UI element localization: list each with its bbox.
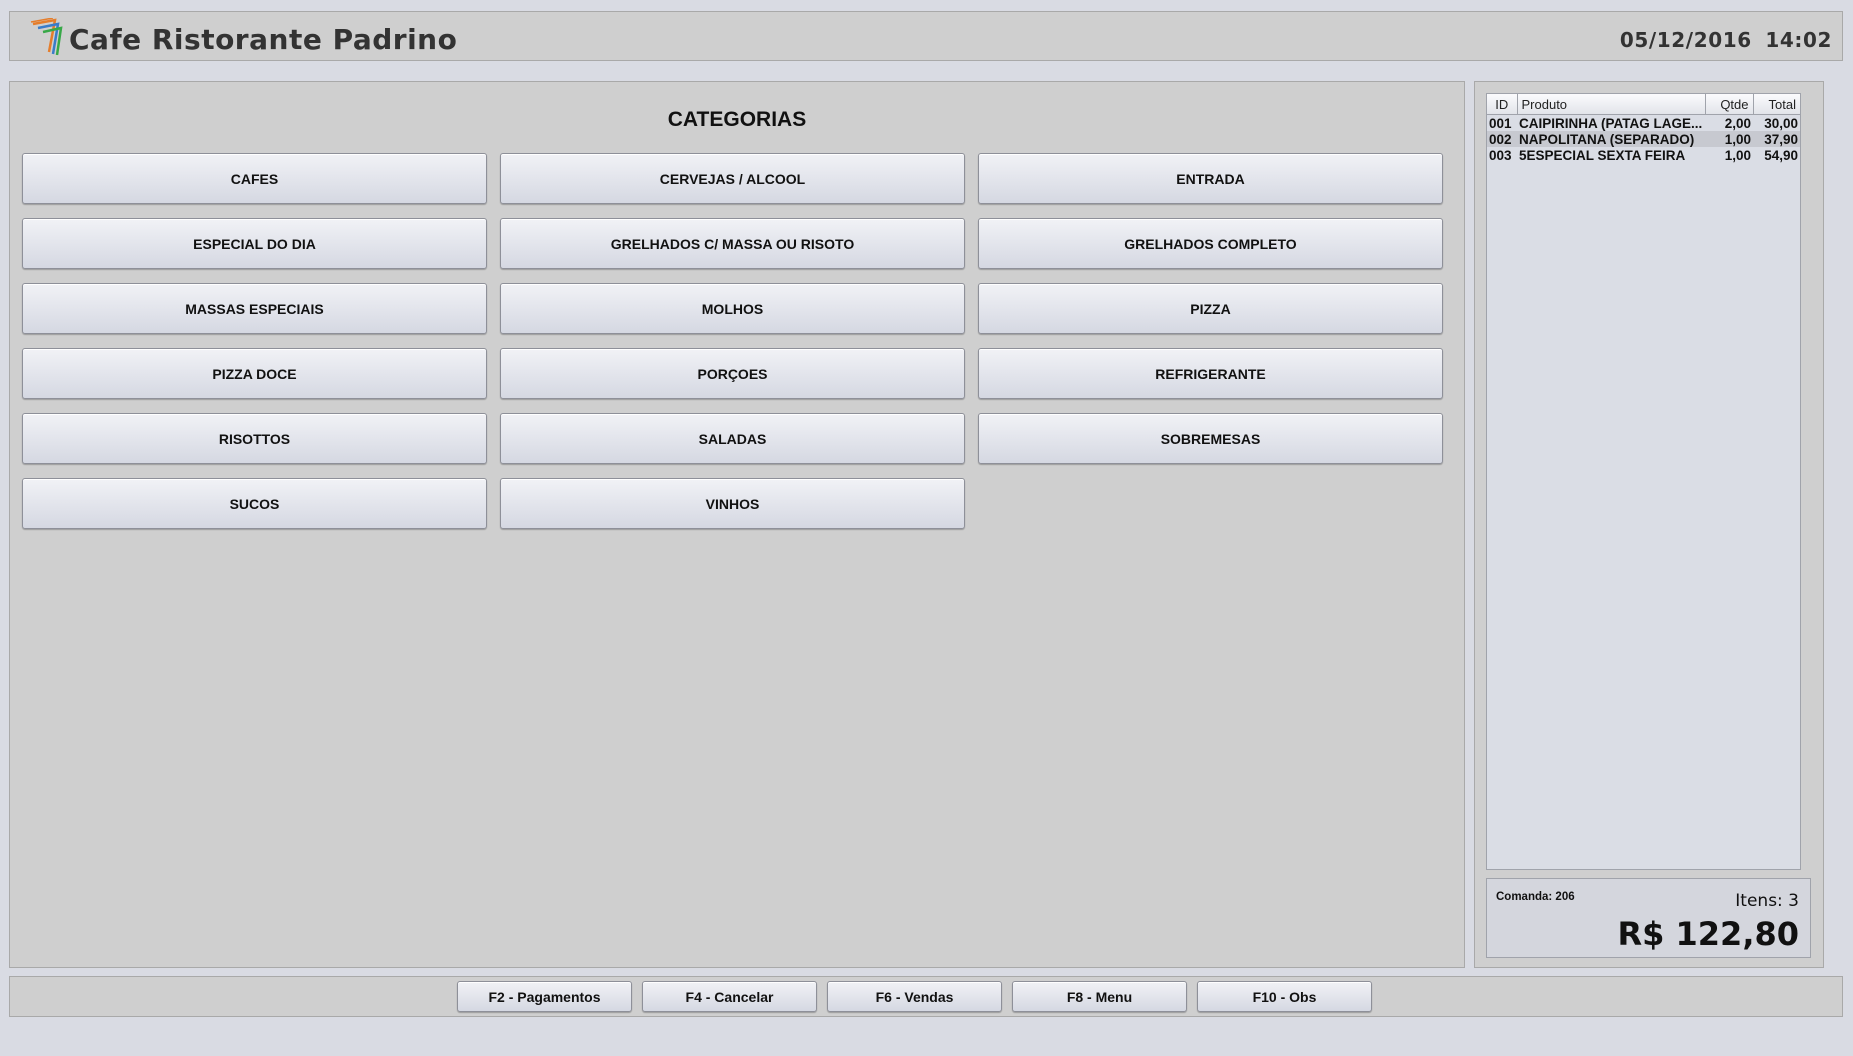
row-id: 003 <box>1489 147 1512 163</box>
table-row[interactable]: 001 CAIPIRINHA (PATAG LAGE... 2,00 30,00 <box>1487 115 1800 132</box>
category-button-porcoes[interactable]: PORÇOES <box>500 348 965 399</box>
row-total: 37,90 <box>1753 131 1800 147</box>
datetime-display: 05/12/2016 14:02 <box>1619 28 1832 52</box>
categories-panel: CATEGORIAS CAFES CERVEJAS / ALCOOL ENTRA… <box>9 81 1465 968</box>
order-table-header: ID Produto Qtde Total <box>1487 94 1800 115</box>
footer-bar: F2 - Pagamentos F4 - Cancelar F6 - Venda… <box>9 976 1843 1017</box>
cancelar-button[interactable]: F4 - Cancelar <box>642 981 817 1012</box>
vendas-button[interactable]: F6 - Vendas <box>827 981 1002 1012</box>
header-bar: Cafe Ristorante Padrino 05/12/2016 14:02 <box>9 11 1843 61</box>
category-button-pizza[interactable]: PIZZA <box>978 283 1443 334</box>
category-button-cervejas-alcool[interactable]: CERVEJAS / ALCOOL <box>500 153 965 204</box>
app-title: Cafe Ristorante Padrino <box>69 23 458 56</box>
category-button-sucos[interactable]: SUCOS <box>22 478 487 529</box>
category-button-refrigerante[interactable]: REFRIGERANTE <box>978 348 1443 399</box>
category-button-massas-especiais[interactable]: MASSAS ESPECIAIS <box>22 283 487 334</box>
row-total: 30,00 <box>1764 115 1798 131</box>
row-total: 54,90 <box>1764 147 1798 163</box>
category-button-especial-do-dia[interactable]: ESPECIAL DO DIA <box>22 218 487 269</box>
table-row[interactable]: 002 NAPOLITANA (SEPARADO) 1,00 37,90 <box>1487 131 1800 147</box>
row-id: 002 <box>1487 131 1517 147</box>
app-logo-icon <box>30 18 63 56</box>
category-button-vinhos[interactable]: VINHOS <box>500 478 965 529</box>
order-summary: Comanda: 206 Itens: 3 R$ 122,80 <box>1486 878 1811 958</box>
categories-title: CATEGORIAS <box>667 108 807 131</box>
order-table[interactable]: ID Produto Qtde Total 001 CAIPIRINHA (PA… <box>1487 94 1800 163</box>
category-button-entrada[interactable]: ENTRADA <box>978 153 1443 204</box>
row-produto: 5ESPECIAL SEXTA FEIRA <box>1519 147 1686 163</box>
items-count: Itens: 3 <box>1735 891 1799 911</box>
column-header-id[interactable]: ID <box>1487 94 1518 115</box>
comanda-label: Comanda: 206 <box>1496 891 1575 903</box>
function-key-bar: F2 - Pagamentos F4 - Cancelar F6 - Venda… <box>457 981 1372 1012</box>
row-id: 001 <box>1489 115 1512 131</box>
column-header-qtde[interactable]: Qtde <box>1705 94 1754 115</box>
menu-button[interactable]: F8 - Menu <box>1012 981 1187 1012</box>
category-grid: CAFES CERVEJAS / ALCOOL ENTRADA ESPECIAL… <box>22 153 1443 529</box>
row-qtde: 2,00 <box>1724 115 1751 131</box>
category-button-pizza-doce[interactable]: PIZZA DOCE <box>22 348 487 399</box>
column-header-total[interactable]: Total <box>1753 94 1800 115</box>
category-button-saladas[interactable]: SALADAS <box>500 413 965 464</box>
category-button-risottos[interactable]: RISOTTOS <box>22 413 487 464</box>
column-header-produto[interactable]: Produto <box>1517 94 1706 115</box>
order-total: R$ 122,80 <box>1617 915 1799 953</box>
category-button-cafes[interactable]: CAFES <box>22 153 487 204</box>
order-panel: ID Produto Qtde Total 001 CAIPIRINHA (PA… <box>1474 81 1824 968</box>
row-qtde: 1,00 <box>1724 147 1751 163</box>
row-produto: NAPOLITANA (SEPARADO) <box>1517 131 1705 147</box>
category-button-sobremesas[interactable]: SOBREMESAS <box>978 413 1443 464</box>
obs-button[interactable]: F10 - Obs <box>1197 981 1372 1012</box>
category-button-grelhados-massa-risoto[interactable]: GRELHADOS C/ MASSA OU RISOTO <box>500 218 965 269</box>
category-button-grelhados-completo[interactable]: GRELHADOS COMPLETO <box>978 218 1443 269</box>
table-row[interactable]: 003 5ESPECIAL SEXTA FEIRA 1,00 54,90 <box>1487 147 1800 163</box>
row-produto: CAIPIRINHA (PATAG LAGE... <box>1519 115 1703 131</box>
row-qtde: 1,00 <box>1705 131 1753 147</box>
pagamentos-button[interactable]: F2 - Pagamentos <box>457 981 632 1012</box>
category-button-molhos[interactable]: MOLHOS <box>500 283 965 334</box>
order-table-container[interactable]: ID Produto Qtde Total 001 CAIPIRINHA (PA… <box>1486 93 1801 870</box>
